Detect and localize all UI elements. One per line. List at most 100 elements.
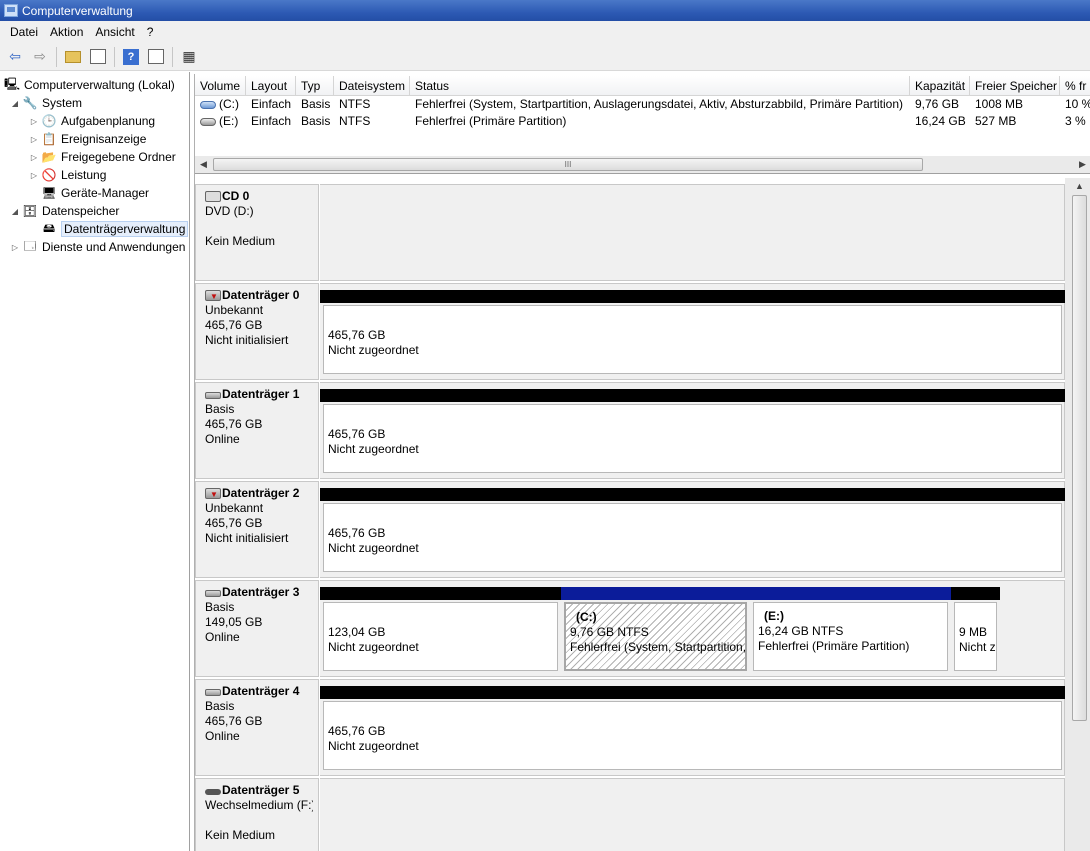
clock-icon: 🕒 — [41, 114, 57, 128]
column-header-status[interactable]: Status — [410, 76, 910, 96]
disk-label[interactable]: Datenträger 2 Unbekannt 465,76 GB Nicht … — [195, 481, 319, 578]
disk-label[interactable]: CD 0 DVD (D:) Kein Medium — [195, 184, 319, 281]
show-hide-tree-icon[interactable] — [87, 46, 109, 68]
column-header-freier-speicher[interactable]: Freier Speicher — [970, 76, 1060, 96]
tree-item-system[interactable]: ◢ 🔧 System — [10, 94, 82, 112]
drive-icon — [200, 117, 216, 126]
tree-item-computer-management[interactable]: 🖳 Computerverwaltung (Lokal) — [4, 76, 175, 94]
tree-item-freigegebene-ordner[interactable]: ▷ 📂 Freigegebene Ordner — [29, 148, 176, 166]
help-icon[interactable]: ? — [120, 46, 142, 68]
menu-aktion[interactable]: Aktion — [44, 25, 89, 39]
column-header-prozent-frei[interactable]: % fr — [1060, 76, 1090, 96]
disk-row-datentraeger-4[interactable]: Datenträger 4 Basis 465,76 GB Online 465… — [195, 679, 1065, 776]
disk-status: Online — [205, 729, 240, 743]
tree-item-ereignisanzeige[interactable]: ▷ 📋 Ereignisanzeige — [29, 130, 146, 148]
disk-label[interactable]: Datenträger 3 Basis 149,05 GB Online — [195, 580, 319, 677]
menu-help[interactable]: ? — [141, 25, 160, 39]
tree-item-aufgabenplanung[interactable]: ▷ 🕒 Aufgabenplanung — [29, 112, 155, 130]
scroll-right-icon[interactable]: ▶ — [1074, 156, 1090, 173]
partition-unallocated[interactable]: 123,04 GB Nicht zugeordnet — [320, 587, 561, 673]
volume-list-horizontal-scrollbar[interactable]: ◀ III ▶ — [195, 156, 1090, 173]
tree-item-leistung[interactable]: ▷ 🚫 Leistung — [29, 166, 106, 184]
disk-name: Datenträger 5 — [222, 783, 300, 797]
partition-label: (C:) — [576, 610, 597, 624]
tree-item-dienste[interactable]: ▷ 🗔 Dienste und Anwendungen — [10, 238, 186, 256]
partition-body[interactable]: (E:) 16,24 GB NTFS Fehlerfrei (Primäre P… — [753, 602, 948, 671]
partition-bar — [320, 290, 1065, 303]
scrollbar-thumb[interactable]: III — [213, 158, 923, 171]
column-header-kapazitaet[interactable]: Kapazität — [910, 76, 970, 96]
expand-arrow-icon[interactable]: ▷ — [10, 243, 20, 252]
collapse-arrow-icon[interactable]: ◢ — [10, 99, 20, 108]
cell-typ: Basis — [301, 114, 331, 128]
partition-body[interactable]: 465,76 GB Nicht zugeordnet — [323, 701, 1062, 770]
collapse-arrow-icon[interactable]: ◢ — [10, 207, 20, 216]
partition-body[interactable]: 465,76 GB Nicht zugeordnet — [323, 404, 1062, 473]
expand-arrow-icon[interactable]: ▷ — [29, 135, 39, 144]
up-folder-icon[interactable] — [62, 46, 84, 68]
partition-label: (E:) — [764, 609, 784, 623]
partition-body[interactable]: (C:) 9,76 GB NTFS Fehlerfrei (System, St… — [564, 602, 747, 671]
partition-unallocated-small[interactable]: 9 MB Nicht z — [951, 587, 1000, 673]
tree-item-geraete-manager[interactable]: 🖥 Geräte-Manager — [41, 184, 149, 202]
table-row[interactable]: (C:) Einfach Basis NTFS Fehlerfrei (Syst… — [195, 96, 1090, 113]
partition-unallocated[interactable]: 465,76 GB Nicht zugeordnet — [320, 389, 1065, 475]
column-header-volume[interactable]: Volume — [195, 76, 246, 96]
partition-unallocated[interactable]: 465,76 GB Nicht zugeordnet — [320, 488, 1065, 574]
disk-row-datentraeger-2[interactable]: Datenträger 2 Unbekannt 465,76 GB Nicht … — [195, 481, 1065, 578]
menu-ansicht[interactable]: Ansicht — [89, 25, 140, 39]
scroll-up-icon[interactable]: ▲ — [1071, 178, 1088, 195]
column-header-dateisystem[interactable]: Dateisystem — [334, 76, 410, 96]
partition-unallocated[interactable]: 465,76 GB Nicht zugeordnet — [320, 290, 1065, 376]
expand-arrow-icon[interactable]: ▷ — [29, 171, 39, 180]
cell-volume: (E:) — [195, 113, 246, 130]
services-icon: 🗔 — [23, 238, 37, 253]
cell-prozent-frei: 10 % — [1065, 97, 1090, 111]
properties-icon[interactable]: ▦ — [178, 46, 200, 68]
scrollbar-thumb[interactable] — [1072, 195, 1087, 721]
hard-disk-icon — [205, 392, 221, 399]
volume-list: Volume Layout Typ Dateisystem Status Kap… — [195, 74, 1090, 174]
partition-body[interactable]: 465,76 GB Nicht zugeordnet — [323, 305, 1062, 374]
disk-label[interactable]: Datenträger 1 Basis 465,76 GB Online — [195, 382, 319, 479]
disk-view-vertical-scrollbar[interactable]: ▲ — [1065, 178, 1090, 851]
partition-status: Nicht zugeordnet — [328, 739, 419, 753]
disk-row-datentraeger-3[interactable]: Datenträger 3 Basis 149,05 GB Online 123… — [195, 580, 1065, 677]
partition-body[interactable]: 9 MB Nicht z — [954, 602, 997, 671]
partition-bar — [750, 587, 951, 600]
tree-item-label: Dienste und Anwendungen — [42, 240, 186, 254]
column-header-layout[interactable]: Layout — [246, 76, 296, 96]
disk-partition-area: 465,76 GB Nicht zugeordnet — [320, 283, 1065, 380]
table-row[interactable]: (E:) Einfach Basis NTFS Fehlerfrei (Prim… — [195, 113, 1090, 130]
disk-name: CD 0 — [222, 189, 250, 203]
expand-arrow-icon[interactable]: ▷ — [29, 153, 39, 162]
tree-item-datenspeicher[interactable]: ◢ 🗄 Datenspeicher — [10, 202, 119, 220]
disk-partition-area: 465,76 GB Nicht zugeordnet — [320, 382, 1065, 479]
show-hide-action-pane-icon[interactable] — [145, 46, 167, 68]
disk-row-datentraeger-0[interactable]: Datenträger 0 Unbekannt 465,76 GB Nicht … — [195, 283, 1065, 380]
partition-e[interactable]: (E:) 16,24 GB NTFS Fehlerfrei (Primäre P… — [750, 587, 951, 673]
disk-label[interactable]: Datenträger 4 Basis 465,76 GB Online — [195, 679, 319, 776]
expand-arrow-icon[interactable]: ▷ — [29, 117, 39, 126]
disk-row-datentraeger-1[interactable]: Datenträger 1 Basis 465,76 GB Online 465… — [195, 382, 1065, 479]
cell-kapazitaet: 9,76 GB — [915, 97, 960, 111]
partition-c[interactable]: (C:) 9,76 GB NTFS Fehlerfrei (System, St… — [561, 587, 750, 673]
disk-label[interactable]: Datenträger 5 Wechselmedium (F:) Kein Me… — [195, 778, 319, 851]
partition-unallocated[interactable]: 465,76 GB Nicht zugeordnet — [320, 686, 1065, 772]
forward-arrow-icon[interactable]: ⇨ — [29, 46, 51, 68]
disk-label[interactable]: Datenträger 0 Unbekannt 465,76 GB Nicht … — [195, 283, 319, 380]
disk-row-datentraeger-5[interactable]: Datenträger 5 Wechselmedium (F:) Kein Me… — [195, 778, 1065, 851]
column-header-typ[interactable]: Typ — [296, 76, 334, 96]
menu-datei[interactable]: Datei — [4, 25, 44, 39]
back-arrow-icon[interactable]: ⇦ — [4, 46, 26, 68]
cell-status: Fehlerfrei (System, Startpartition, Ausl… — [415, 97, 903, 111]
partition-body[interactable]: 123,04 GB Nicht zugeordnet — [323, 602, 558, 671]
disk-row-cd0[interactable]: CD 0 DVD (D:) Kein Medium — [195, 184, 1065, 281]
partition-status: Nicht zugeordnet — [328, 442, 419, 456]
scroll-left-icon[interactable]: ◀ — [195, 156, 212, 173]
partition-body[interactable]: 465,76 GB Nicht zugeordnet — [323, 503, 1062, 572]
tree-item-datentraegerverwaltung[interactable]: 🖴 Datenträgerverwaltung — [41, 220, 189, 238]
menu-bar: Datei Aktion Ansicht ? — [0, 21, 1090, 43]
tree-item-label: Datenspeicher — [42, 204, 120, 218]
disk-size: 465,76 GB — [205, 417, 263, 431]
